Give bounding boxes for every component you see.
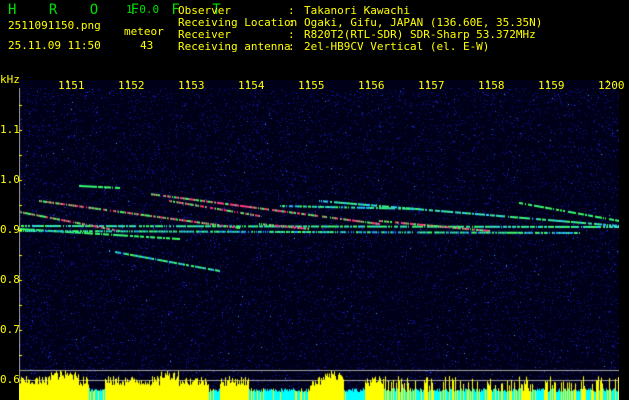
y-tick-label: 1.1 [0,123,20,136]
x-tick-label: 1155 [298,79,325,92]
x-tick-label: 1157 [418,79,445,92]
y-tick-label: 0.8 [0,273,20,286]
antenna-value: 2el-HB9CV Vertical (el. E-W) [304,40,490,53]
x-tick-label: 1154 [238,79,265,92]
y-tick-label: 0.7 [0,323,20,336]
x-tick-label: 1153 [178,79,205,92]
file-datetime: 25.11.09 11:50 [8,39,101,52]
y-tick-label: 0.9 [0,223,20,236]
separator: : [288,40,295,53]
antenna-label: Receiving antenna [178,40,291,53]
meteor-label: meteor [124,25,164,38]
app-version: 1.0.0 [126,3,160,16]
x-tick-label: 1151 [58,79,85,92]
y-tick-label: 0.6 [0,373,20,386]
y-axis-unit: kHz [0,73,20,86]
x-tick-label: 1200 [598,79,625,92]
x-tick-label: 1156 [358,79,385,92]
y-tick-label: 1.0 [0,173,20,186]
file-name: 2511091150.png [8,19,101,32]
x-tick-label: 1159 [538,79,565,92]
x-tick-label: 1158 [478,79,505,92]
meteor-count: 43 [140,39,154,52]
spectrogram [19,80,619,400]
x-tick-label: 1152 [118,79,145,92]
